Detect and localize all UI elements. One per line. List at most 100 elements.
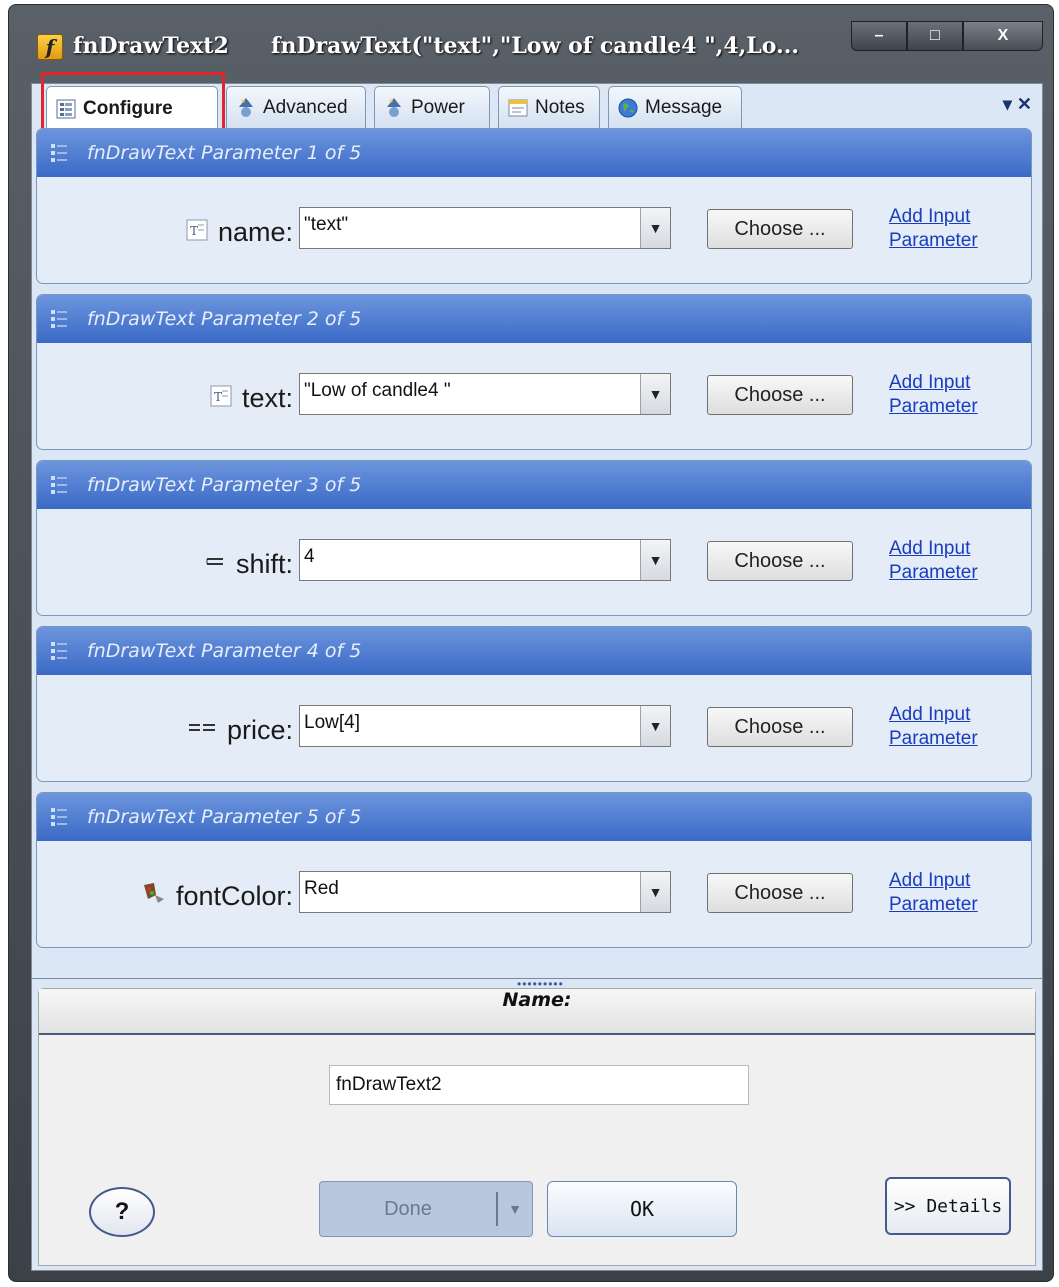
link-line-1: Add Input	[889, 372, 971, 393]
parameter-header[interactable]: fnDrawText Parameter 4 of 5	[37, 627, 1031, 675]
name-panel-header: Name:	[39, 989, 1035, 1035]
parameter-group: fnDrawText Parameter 1 of 5 T name: "tex…	[36, 128, 1032, 284]
choose-button[interactable]: Choose ...	[707, 707, 853, 747]
wizard-icon	[383, 97, 405, 119]
add-input-parameter-link[interactable]: Add Input Parameter	[889, 205, 978, 253]
maximize-button[interactable]: □	[907, 21, 963, 51]
details-button[interactable]: >> Details	[885, 1177, 1011, 1235]
collapse-grip-icon[interactable]	[51, 806, 67, 828]
parameter-header-text: fnDrawText Parameter 1 of 5	[87, 142, 362, 164]
parameter-value-combo[interactable]: Red ▼	[299, 871, 671, 913]
dropdown-arrow-icon[interactable]: ▼	[640, 706, 670, 746]
parameter-header-text: fnDrawText Parameter 4 of 5	[87, 640, 362, 662]
window-controls: – □ X	[851, 21, 1043, 51]
parameter-header-text: fnDrawText Parameter 3 of 5	[87, 474, 362, 496]
parameter-label-text: name:	[217, 217, 293, 247]
choose-button[interactable]: Choose ...	[707, 375, 853, 415]
text-type-icon: T	[210, 383, 232, 414]
parameter-label: price:	[187, 715, 293, 746]
dialog-window: f fnDrawText2 fnDrawText("text","Low of …	[8, 4, 1054, 1282]
add-input-parameter-link[interactable]: Add Input Parameter	[889, 371, 978, 419]
dropdown-arrow-icon[interactable]: ▼	[640, 540, 670, 580]
parameter-value-combo[interactable]: "Low of candle4 " ▼	[299, 373, 671, 415]
tab-power[interactable]: Power	[374, 86, 490, 128]
tab-label: Message	[645, 96, 723, 118]
collapse-grip-icon[interactable]	[51, 142, 67, 164]
parameter-group: fnDrawText Parameter 5 of 5 fontColor: R…	[36, 792, 1032, 948]
help-button[interactable]: ?	[89, 1187, 155, 1237]
tab-strip-controls: ▾ ✕	[1003, 94, 1032, 115]
tab-advanced[interactable]: Advanced	[226, 86, 366, 128]
tab-message[interactable]: Message	[608, 86, 742, 128]
parameter-value[interactable]: Low[4]	[304, 712, 360, 734]
parameter-group: fnDrawText Parameter 2 of 5 T text: "Low…	[36, 294, 1032, 450]
text-type-icon: T	[186, 217, 208, 248]
integer-type-icon	[204, 549, 226, 580]
maximize-icon: □	[930, 27, 940, 44]
ok-button[interactable]: OK	[547, 1181, 737, 1237]
dropdown-arrow-icon[interactable]: ▼	[640, 872, 670, 912]
link-line-2: Parameter	[889, 728, 978, 749]
svg-text:T: T	[214, 390, 222, 404]
tab-bar: Configure Advanced Power Notes Message ▾…	[32, 72, 1042, 134]
choose-button[interactable]: Choose ...	[707, 209, 853, 249]
close-icon[interactable]: ✕	[1017, 94, 1032, 114]
notes-icon	[507, 97, 529, 119]
dropdown-arrow-icon[interactable]: ▼	[640, 208, 670, 248]
parameter-value[interactable]: "text"	[304, 214, 348, 236]
dialog-client: Configure Advanced Power Notes Message ▾…	[31, 72, 1043, 1271]
collapse-grip-icon[interactable]	[51, 308, 67, 330]
svg-text:T: T	[190, 224, 198, 238]
parameter-header-text: fnDrawText Parameter 2 of 5	[87, 308, 362, 330]
parameter-header[interactable]: fnDrawText Parameter 5 of 5	[37, 793, 1031, 841]
color-type-icon	[140, 881, 166, 912]
window-title: fnDrawText2	[73, 33, 229, 59]
add-input-parameter-link[interactable]: Add Input Parameter	[889, 703, 978, 751]
parameter-value[interactable]: 4	[304, 546, 315, 568]
dropdown-arrow-icon[interactable]: ▼	[640, 374, 670, 414]
collapse-grip-icon[interactable]	[51, 474, 67, 496]
parameter-group: fnDrawText Parameter 4 of 5 price: Low[4…	[36, 626, 1032, 782]
parameter-header[interactable]: fnDrawText Parameter 3 of 5	[37, 461, 1031, 509]
done-button[interactable]: Done ▼	[319, 1181, 533, 1237]
function-logo-icon: f	[37, 34, 63, 60]
add-input-parameter-link[interactable]: Add Input Parameter	[889, 537, 978, 585]
close-button[interactable]: X	[963, 21, 1043, 51]
parameter-value[interactable]: "Low of candle4 "	[304, 380, 451, 402]
link-line-2: Parameter	[889, 562, 978, 583]
link-line-1: Add Input	[889, 206, 971, 227]
parameter-group: fnDrawText Parameter 3 of 5 shift: 4 ▼ C…	[36, 460, 1032, 616]
minimize-icon: –	[874, 27, 884, 44]
parameter-label-text: shift:	[235, 549, 293, 579]
parameter-value-combo[interactable]: Low[4] ▼	[299, 705, 671, 747]
parameter-header[interactable]: fnDrawText Parameter 1 of 5	[37, 129, 1031, 177]
link-line-1: Add Input	[889, 704, 971, 725]
tab-notes[interactable]: Notes	[498, 86, 600, 128]
chevron-down-icon[interactable]: ▼	[498, 1201, 532, 1217]
highlight-annotation	[41, 72, 225, 134]
parameter-label: T text:	[210, 383, 293, 414]
parameter-label: fontColor:	[140, 881, 293, 912]
parameter-label: shift:	[204, 549, 293, 580]
parameter-value[interactable]: Red	[304, 878, 339, 900]
parameter-header-text: fnDrawText Parameter 5 of 5	[87, 806, 362, 828]
choose-button[interactable]: Choose ...	[707, 541, 853, 581]
name-field[interactable]: fnDrawText2	[329, 1065, 749, 1105]
add-input-parameter-link[interactable]: Add Input Parameter	[889, 869, 978, 917]
link-line-2: Parameter	[889, 230, 978, 251]
tab-label: Power	[411, 96, 465, 118]
name-panel: Name: fnDrawText2 ? Done ▼ OK >> Details	[38, 988, 1036, 1266]
minimize-button[interactable]: –	[851, 21, 907, 51]
collapse-grip-icon[interactable]	[51, 640, 67, 662]
globe-icon	[617, 97, 639, 119]
parameter-label-text: price:	[226, 715, 293, 745]
choose-button[interactable]: Choose ...	[707, 873, 853, 913]
parameter-label-text: text:	[241, 383, 293, 413]
parameter-value-combo[interactable]: "text" ▼	[299, 207, 671, 249]
link-line-2: Parameter	[889, 396, 978, 417]
function-expression: fnDrawText("text","Low of candle4 ",4,Lo…	[271, 33, 800, 59]
parameter-header[interactable]: fnDrawText Parameter 2 of 5	[37, 295, 1031, 343]
link-line-2: Parameter	[889, 894, 978, 915]
parameter-value-combo[interactable]: 4 ▼	[299, 539, 671, 581]
chevron-down-icon[interactable]: ▾	[1003, 94, 1012, 114]
